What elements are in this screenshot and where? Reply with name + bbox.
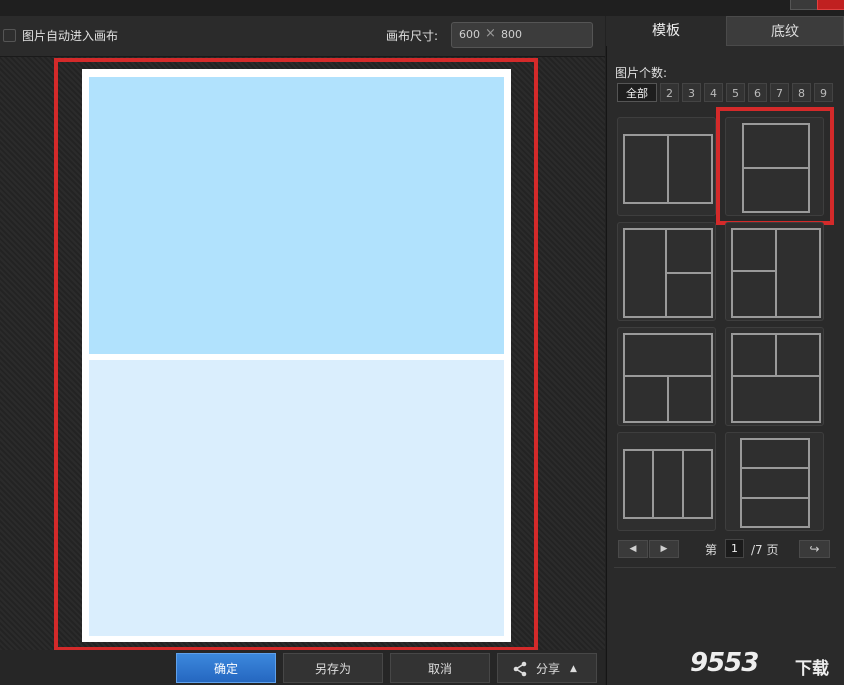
count-filter-all[interactable]: 全部 <box>617 83 657 102</box>
layout-two-columns-icon <box>623 134 713 204</box>
watermark-number: 9553 <box>690 648 759 678</box>
collage-cell-top[interactable] <box>89 77 504 354</box>
template-top-large-bottom-split[interactable] <box>617 327 716 426</box>
cancel-button[interactable]: 取消 <box>390 653 490 683</box>
count-filter-6[interactable]: 6 <box>748 83 767 102</box>
watermark-text: 下载 <box>795 659 829 679</box>
count-filter-8[interactable]: 8 <box>792 83 811 102</box>
share-icon <box>513 661 527 677</box>
count-filter-4[interactable]: 4 <box>704 83 723 102</box>
confirm-button[interactable]: 确定 <box>176 653 276 683</box>
layout-three-top-large-icon <box>623 333 713 423</box>
canvas-size-label: 画布尺寸: <box>386 29 439 43</box>
template-left-large-right-split[interactable] <box>617 222 716 321</box>
canvas-height-value[interactable]: 800 <box>501 28 522 41</box>
template-two-columns[interactable] <box>617 117 716 216</box>
count-filter-5[interactable]: 5 <box>726 83 745 102</box>
layout-three-right-large-icon <box>731 228 821 318</box>
layout-three-left-large-icon <box>623 228 713 318</box>
template-three-columns[interactable] <box>617 432 716 531</box>
next-page-button[interactable]: ▶ <box>649 540 679 558</box>
selected-template-highlight <box>716 107 834 225</box>
save-as-button[interactable]: 另存为 <box>283 653 383 683</box>
page-prefix: 第 <box>705 543 718 557</box>
count-filter-9[interactable]: 9 <box>814 83 833 102</box>
size-separator: × <box>485 26 496 41</box>
canvas-size-input[interactable]: 600 × 800 <box>451 22 593 48</box>
prev-page-button[interactable]: ◀ <box>618 540 648 558</box>
auto-fit-label[interactable]: 图片自动进入画布 <box>22 27 118 44</box>
tab-backgrounds[interactable]: 底纹 <box>726 16 844 46</box>
template-bottom-large-top-split[interactable] <box>725 327 824 426</box>
title-strip <box>0 0 844 16</box>
count-filter-3[interactable]: 3 <box>682 83 701 102</box>
page-number-input[interactable]: 1 <box>725 539 744 558</box>
auto-fit-checkbox[interactable] <box>3 29 16 42</box>
template-three-rows[interactable] <box>725 432 824 531</box>
layout-three-columns-icon <box>623 449 713 519</box>
share-button[interactable]: 分享 ▲ <box>497 653 597 683</box>
share-dropdown-icon: ▲ <box>570 664 577 674</box>
tab-templates[interactable]: 模板 <box>606 16 726 46</box>
page-total: /7 页 <box>751 543 779 557</box>
go-page-button[interactable]: ↪ <box>799 540 830 558</box>
count-filter-7[interactable]: 7 <box>770 83 789 102</box>
minimize-button[interactable] <box>790 0 818 10</box>
collage-cell-bottom[interactable] <box>89 360 504 636</box>
sidebar-divider <box>614 567 836 568</box>
template-right-large-left-split[interactable] <box>725 222 824 321</box>
canvas-width-value[interactable]: 600 <box>459 28 480 41</box>
close-button[interactable] <box>817 0 844 10</box>
photo-count-label: 图片个数: <box>615 66 668 80</box>
share-label: 分享 <box>536 662 561 676</box>
canvas-toolbar: 图片自动进入画布 画布尺寸: 600 × 800 <box>0 16 605 57</box>
layout-three-rows-icon <box>740 438 810 528</box>
layout-three-bottom-large-icon <box>731 333 821 423</box>
count-filter-2[interactable]: 2 <box>660 83 679 102</box>
